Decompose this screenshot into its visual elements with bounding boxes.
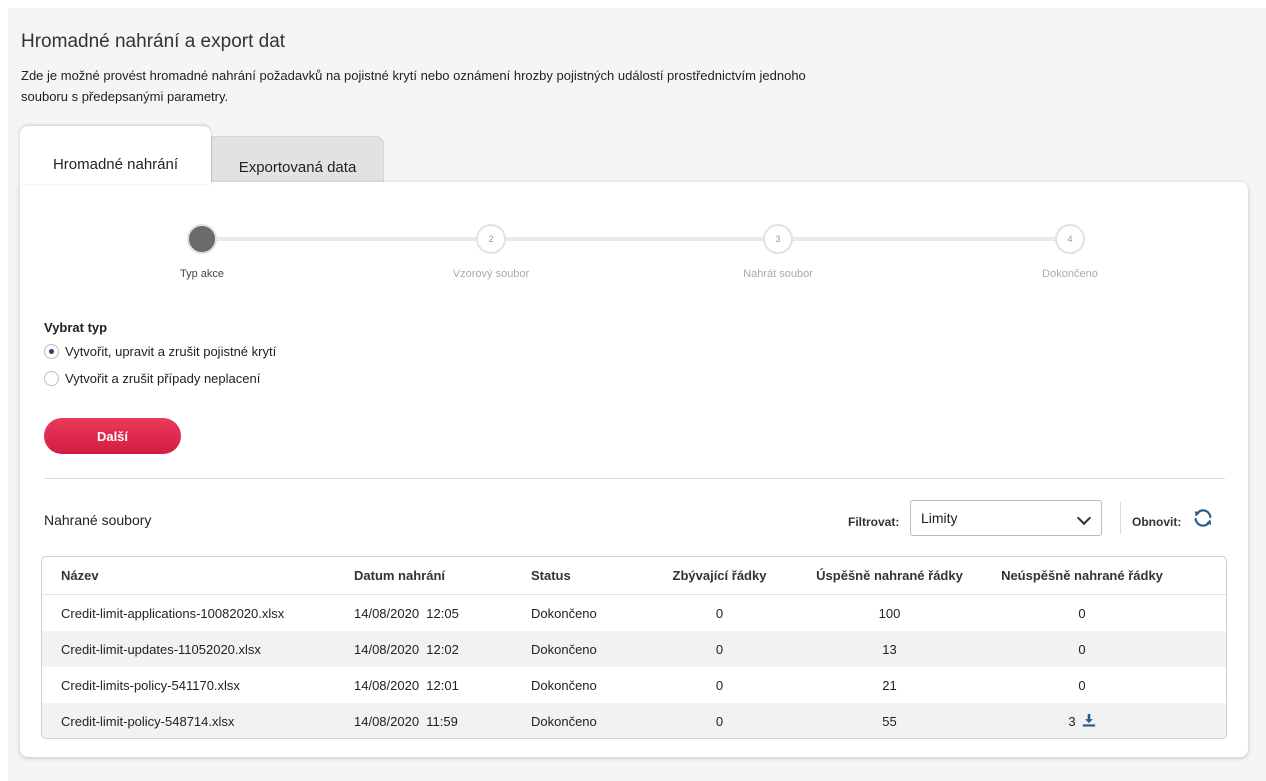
table-row: Credit-limits-policy-541170.xlsx 14/08/2…	[42, 667, 1226, 703]
cell-failed: 0	[1078, 677, 1086, 693]
cell-success: 55	[882, 713, 897, 729]
page-background: Hromadné nahrání a export dat Zde je mož…	[8, 8, 1266, 781]
step-2-circle: 2	[476, 224, 506, 254]
tab-exported-data[interactable]: Exportovaná data	[211, 136, 384, 184]
next-button[interactable]: Další	[44, 418, 181, 454]
section-divider	[44, 478, 1225, 479]
cell-success: 21	[882, 677, 897, 693]
refresh-icon[interactable]	[1192, 507, 1214, 529]
cell-date: 14/08/2020 12:01	[354, 677, 459, 693]
type-select-label: Vybrat typ	[44, 320, 108, 335]
cell-remaining: 0	[715, 605, 724, 621]
uploaded-files-title: Nahrané soubory	[44, 512, 152, 528]
step-3-circle: 3	[763, 224, 793, 254]
page-title: Hromadné nahrání a export dat	[21, 31, 286, 52]
cell-name: Credit-limits-policy-541170.xlsx	[61, 677, 240, 693]
step-1-circle	[187, 224, 217, 254]
step-4-circle: 4	[1055, 224, 1085, 254]
table-header: Název Datum nahrání Status Zbývající řád…	[42, 557, 1226, 595]
column-header-failed[interactable]: Neúspěšně nahrané řádky	[987, 568, 1177, 583]
cell-status: Dokončeno	[531, 641, 597, 657]
cell-remaining: 0	[715, 641, 724, 657]
filter-select[interactable]: Limity	[910, 500, 1102, 536]
step-2-label: Vzorový soubor	[452, 268, 530, 280]
filter-label: Filtrovat:	[848, 515, 900, 529]
cell-name: Credit-limit-applications-10082020.xlsx	[61, 605, 285, 621]
radio-option-label: Vytvořit, upravit a zrušit pojistné kryt…	[65, 344, 277, 359]
radio-option-nonpayment[interactable]: Vytvořit a zrušit případy neplacení	[44, 371, 260, 386]
filter-select-value: Limity	[921, 510, 958, 526]
step-1-label: Typ akce	[179, 268, 225, 280]
cell-success: 100	[878, 605, 901, 621]
toolbar-separator	[1120, 502, 1121, 534]
content-panel: 2 3 4 Typ akce Vzorový soubor Nahrát sou…	[20, 182, 1248, 757]
cell-remaining: 0	[715, 677, 724, 693]
radio-button[interactable]	[44, 371, 59, 386]
table-row: Credit-limit-applications-10082020.xlsx …	[42, 595, 1226, 631]
cell-failed: 0	[1078, 605, 1086, 621]
cell-success: 13	[882, 641, 897, 657]
uploaded-files-table: Název Datum nahrání Status Zbývající řád…	[41, 556, 1227, 739]
stepper-track	[202, 237, 1070, 241]
column-header-name[interactable]: Název	[42, 568, 354, 583]
failed-count: 3	[1068, 714, 1076, 729]
cell-failed: 3	[987, 713, 1177, 729]
cell-name: Credit-limit-updates-11052020.xlsx	[61, 641, 261, 657]
cell-status: Dokončeno	[531, 713, 597, 729]
download-icon[interactable]	[1082, 713, 1096, 727]
radio-option-label: Vytvořit a zrušit případy neplacení	[65, 371, 261, 386]
chevron-down-icon	[1076, 510, 1092, 526]
cell-status: Dokončeno	[531, 605, 597, 621]
page-description: Zde je možné provést hromadné nahrání po…	[21, 68, 806, 104]
column-header-remaining[interactable]: Zbývající řádky	[647, 568, 792, 583]
cell-date: 14/08/2020 11:59	[354, 713, 458, 729]
refresh-label: Obnovit:	[1132, 515, 1182, 529]
cell-name: Credit-limit-policy-548714.xlsx	[61, 713, 235, 729]
tab-bulk-upload[interactable]: Hromadné nahrání	[20, 126, 211, 184]
cell-failed: 0	[1078, 641, 1086, 657]
table-row: Credit-limit-updates-11052020.xlsx 14/08…	[42, 631, 1226, 667]
cell-date: 14/08/2020 12:05	[354, 605, 459, 621]
cell-remaining: 0	[715, 713, 724, 729]
table-row: Credit-limit-policy-548714.xlsx 14/08/20…	[42, 703, 1226, 738]
cell-date: 14/08/2020 12:02	[354, 641, 459, 657]
radio-option-coverage[interactable]: Vytvořit, upravit a zrušit pojistné kryt…	[44, 344, 276, 359]
radio-button-checked[interactable]	[44, 344, 59, 359]
step-3-label: Nahrát soubor	[743, 268, 813, 280]
column-header-success[interactable]: Úspěšně nahrané řádky	[792, 568, 987, 583]
column-header-status[interactable]: Status	[531, 568, 647, 583]
cell-status: Dokončeno	[531, 677, 597, 693]
step-4-label: Dokončeno	[1042, 268, 1098, 280]
column-header-date[interactable]: Datum nahrání	[354, 568, 531, 583]
